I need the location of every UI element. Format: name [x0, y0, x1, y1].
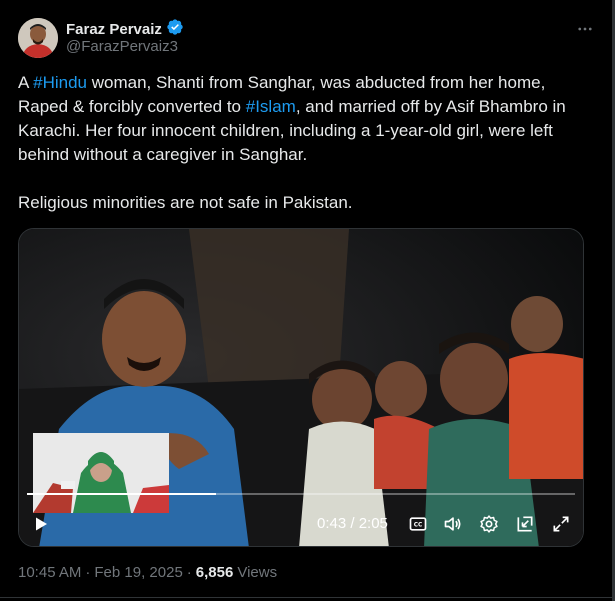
- hashtag-link[interactable]: #Islam: [246, 97, 296, 116]
- captions-icon[interactable]: CC: [406, 512, 430, 536]
- author-name[interactable]: Faraz Pervaiz: [66, 21, 162, 38]
- tweet-text: A #Hindu woman, Shanti from Sanghar, was…: [18, 71, 593, 215]
- tweet-meta: 10:45 AM · Feb 19, 2025 · 6,856 Views: [18, 564, 277, 581]
- svg-text:CC: CC: [414, 523, 423, 529]
- views-label: Views: [237, 564, 278, 581]
- hashtag-link[interactable]: #Hindu: [33, 73, 87, 92]
- inset-video-frame: [33, 433, 169, 513]
- separator: ·: [186, 564, 192, 581]
- more-horizontal-icon[interactable]: [572, 16, 598, 42]
- video-progress-bar[interactable]: [27, 493, 575, 495]
- video-player[interactable]: 0:43 / 2:05 CC: [18, 228, 584, 547]
- settings-icon[interactable]: [477, 512, 501, 536]
- volume-icon[interactable]: [441, 512, 465, 536]
- avatar[interactable]: [18, 18, 58, 58]
- picture-in-picture-icon[interactable]: [513, 512, 537, 536]
- divider: [0, 597, 615, 598]
- video-time: 0:43 / 2:05: [317, 515, 388, 532]
- tweet-time[interactable]: 10:45 AM: [18, 564, 81, 581]
- video-progress-fill: [27, 493, 216, 495]
- separator: ·: [85, 564, 91, 581]
- text-segment: A: [18, 73, 34, 92]
- text-segment: Religious minorities are not safe in Pak…: [18, 193, 353, 212]
- video-controls: 0:43 / 2:05 CC: [19, 509, 583, 539]
- views-count: 6,856: [195, 564, 234, 581]
- fullscreen-icon[interactable]: [549, 512, 573, 536]
- tweet-header: Faraz Pervaiz @FarazPervaiz3: [18, 16, 598, 60]
- author-handle[interactable]: @FarazPervaiz3: [66, 38, 178, 55]
- play-icon[interactable]: [29, 512, 53, 536]
- tweet-date[interactable]: Feb 19, 2025: [94, 564, 182, 581]
